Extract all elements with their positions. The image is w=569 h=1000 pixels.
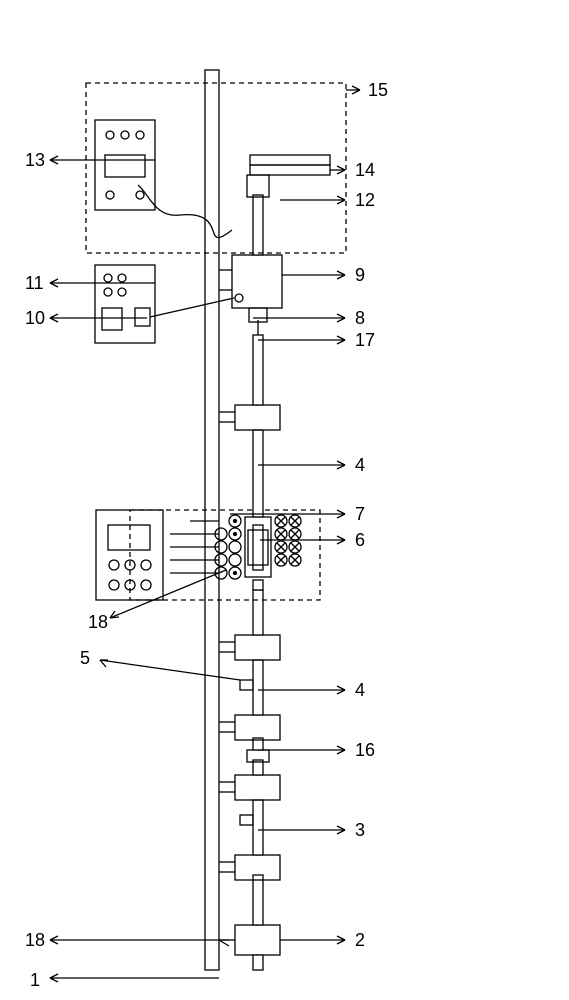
- label-18b: 18: [88, 612, 108, 633]
- label-4b: 4: [355, 455, 365, 476]
- label-4a: 4: [355, 680, 365, 701]
- label-9: 9: [355, 265, 365, 286]
- label-10: 10: [25, 308, 45, 329]
- schematic-diagram: [0, 0, 569, 1000]
- label-6: 6: [355, 530, 365, 551]
- label-11: 11: [25, 273, 44, 294]
- label-1: 1: [30, 970, 40, 991]
- label-15: 15: [368, 80, 388, 101]
- label-16: 16: [355, 740, 375, 761]
- label-13: 13: [25, 150, 45, 171]
- label-2: 2: [355, 930, 365, 951]
- label-18a: 18: [25, 930, 45, 951]
- label-7: 7: [355, 504, 365, 525]
- label-3: 3: [355, 820, 365, 841]
- label-17: 17: [355, 330, 375, 351]
- label-12: 12: [355, 190, 375, 211]
- label-14: 14: [355, 160, 375, 181]
- label-8: 8: [355, 308, 365, 329]
- label-5: 5: [80, 648, 90, 669]
